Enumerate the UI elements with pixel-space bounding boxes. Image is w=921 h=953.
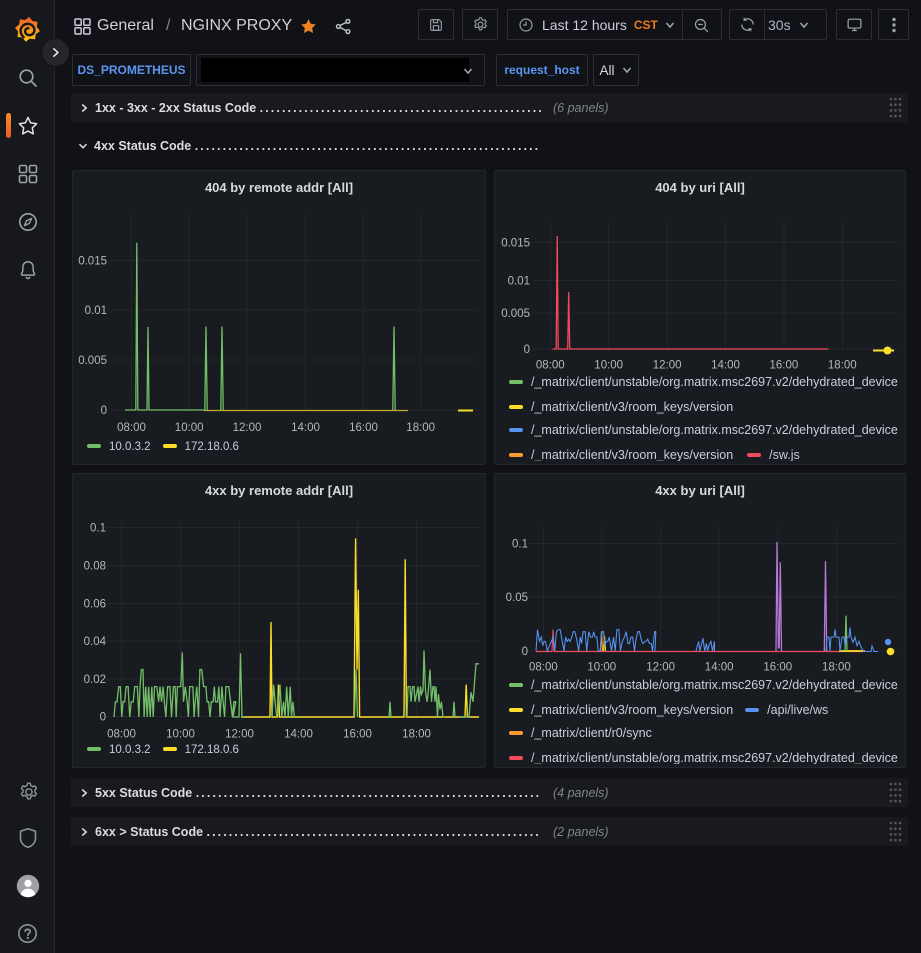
- svg-text:0.005: 0.005: [501, 308, 530, 320]
- svg-text:12:00: 12:00: [653, 360, 682, 372]
- svg-text:0.06: 0.06: [84, 598, 106, 610]
- svg-text:10:00: 10:00: [166, 729, 195, 741]
- svg-text:0.015: 0.015: [78, 256, 107, 268]
- svg-text:0.04: 0.04: [84, 636, 107, 648]
- svg-text:14:00: 14:00: [711, 360, 740, 372]
- svg-text:14:00: 14:00: [284, 729, 313, 741]
- svg-text:0: 0: [522, 646, 528, 658]
- svg-text:18:00: 18:00: [406, 422, 435, 434]
- svg-text:16:00: 16:00: [349, 422, 378, 434]
- svg-text:10:00: 10:00: [594, 360, 623, 372]
- svg-text:18:00: 18:00: [822, 662, 851, 674]
- svg-text:0.02: 0.02: [84, 674, 106, 686]
- svg-text:0.005: 0.005: [78, 355, 107, 367]
- svg-text:14:00: 14:00: [705, 662, 734, 674]
- svg-text:18:00: 18:00: [828, 360, 857, 372]
- svg-text:0.01: 0.01: [508, 275, 530, 287]
- svg-text:16:00: 16:00: [770, 360, 799, 372]
- svg-text:08:00: 08:00: [107, 729, 136, 741]
- svg-text:12:00: 12:00: [646, 662, 675, 674]
- svg-text:0: 0: [100, 712, 106, 724]
- svg-text:0.08: 0.08: [84, 561, 106, 573]
- svg-text:16:00: 16:00: [763, 662, 792, 674]
- svg-text:0: 0: [524, 344, 530, 356]
- svg-text:14:00: 14:00: [291, 422, 320, 434]
- svg-text:08:00: 08:00: [536, 360, 565, 372]
- svg-text:0.01: 0.01: [85, 305, 107, 317]
- svg-text:0.1: 0.1: [90, 523, 106, 535]
- svg-text:0: 0: [101, 405, 107, 417]
- svg-text:0.05: 0.05: [506, 592, 528, 604]
- svg-text:16:00: 16:00: [343, 729, 372, 741]
- svg-text:08:00: 08:00: [529, 662, 558, 674]
- svg-text:18:00: 18:00: [402, 729, 431, 741]
- svg-text:0.015: 0.015: [501, 237, 530, 249]
- svg-text:0.1: 0.1: [512, 539, 528, 551]
- svg-text:12:00: 12:00: [233, 422, 262, 434]
- svg-text:10:00: 10:00: [175, 422, 204, 434]
- svg-text:10:00: 10:00: [587, 662, 616, 674]
- svg-text:12:00: 12:00: [225, 729, 254, 741]
- svg-text:08:00: 08:00: [117, 422, 146, 434]
